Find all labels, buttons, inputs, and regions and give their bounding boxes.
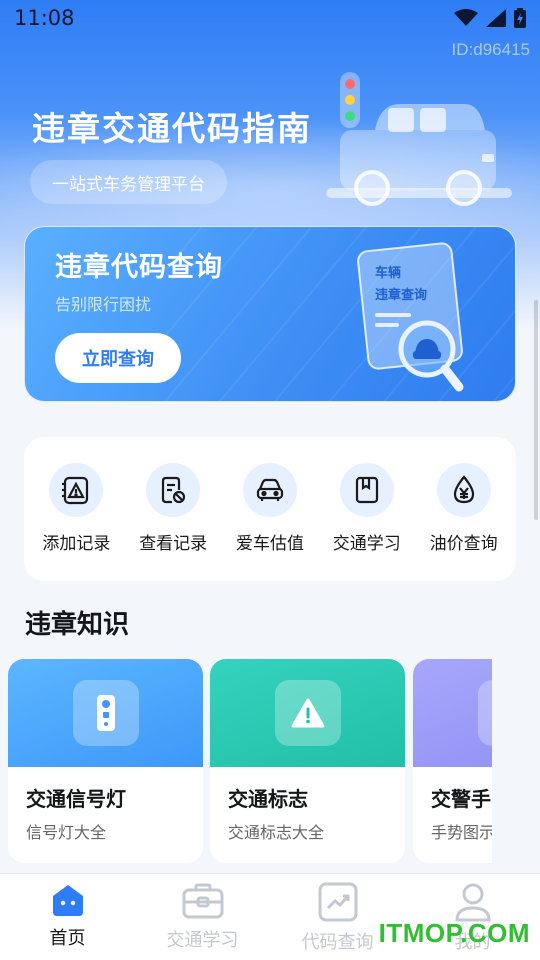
card-title: 交警手 — [431, 787, 491, 811]
page-title: 违章交通代码指南 — [32, 109, 312, 148]
battery-icon — [514, 8, 526, 28]
quick-label: 添加记录 — [42, 534, 111, 554]
watermark-id: ID:d96415 — [451, 40, 530, 59]
quick-view-record[interactable]: 查看记录 — [127, 463, 219, 581]
card-subtitle: 交通标志大全 — [228, 823, 325, 842]
query-banner[interactable]: 违章代码查询 告别限行困扰 立即查询 车辆 违章查询 — [24, 226, 516, 402]
nav-label: 交通学习 — [166, 930, 239, 951]
quick-label: 油价查询 — [429, 534, 498, 554]
card-title: 交通标志 — [228, 787, 308, 811]
knowledge-card-signal[interactable]: 交通信号灯 信号灯大全 — [8, 659, 203, 863]
warning-sign-icon — [274, 680, 341, 746]
car-icon — [242, 463, 297, 517]
wifi-icon — [454, 9, 478, 26]
knowledge-carousel[interactable]: 交通信号灯 信号灯大全 交通标志 交通标志大全 交警手 手势图示 — [8, 659, 492, 863]
quick-oil-price[interactable]: 油价查询 — [418, 463, 510, 581]
art-text-1: 车辆 — [375, 265, 401, 281]
chart-icon — [318, 882, 357, 922]
quick-actions-card: 添加记录 查看记录 爱车估值 交通学习 油价查询 — [24, 437, 516, 581]
status-time: 11:08 — [14, 6, 75, 30]
section-title-knowledge: 违章知识 — [25, 610, 130, 640]
book-icon — [339, 463, 394, 517]
nav-label: 首页 — [49, 928, 86, 949]
signal-icon — [486, 9, 506, 27]
warning-doc-icon — [49, 463, 104, 517]
doc-search-icon — [146, 463, 201, 517]
banner-subtitle: 告别限行困扰 — [55, 295, 152, 314]
hand-icon — [477, 680, 492, 746]
quick-car-value[interactable]: 爱车估值 — [224, 463, 316, 581]
status-bar: 11:08 — [0, 0, 540, 36]
scrollbar[interactable] — [534, 300, 538, 520]
quick-label: 交通学习 — [332, 534, 401, 554]
card-subtitle: 手势图示 — [431, 823, 492, 842]
card-banner — [8, 659, 203, 767]
banner-title: 违章代码查询 — [55, 252, 223, 283]
quick-label: 爱车估值 — [235, 534, 304, 554]
status-icons — [454, 8, 526, 28]
oil-yuan-icon — [436, 463, 491, 517]
card-title: 交通信号灯 — [26, 787, 126, 811]
hero-subtitle: 一站式车务管理平台 — [30, 160, 227, 204]
site-watermark: ITMOP.COM — [378, 918, 530, 948]
car-illustration — [326, 72, 512, 206]
nav-traffic-study[interactable]: 交通学习 — [135, 874, 270, 960]
briefcase-icon — [182, 883, 223, 919]
knowledge-card-signs[interactable]: 交通标志 交通标志大全 — [210, 659, 405, 863]
quick-add-record[interactable]: 添加记录 — [30, 463, 122, 581]
quick-traffic-study[interactable]: 交通学习 — [321, 463, 413, 581]
query-now-button[interactable]: 立即查询 — [55, 333, 181, 383]
art-text-2: 违章查询 — [375, 287, 427, 303]
card-banner — [210, 659, 405, 767]
home-icon — [52, 885, 83, 916]
violation-query-illustration: 车辆 违章查询 — [357, 242, 464, 392]
nav-label: 代码查询 — [301, 932, 374, 953]
nav-home[interactable]: 首页 — [0, 874, 135, 960]
traffic-light-icon — [72, 680, 139, 746]
user-icon — [454, 883, 491, 922]
knowledge-card-gestures[interactable]: 交警手 手势图示 — [413, 659, 492, 863]
card-banner — [413, 659, 492, 767]
card-subtitle: 信号灯大全 — [26, 823, 107, 842]
quick-label: 查看记录 — [139, 534, 208, 554]
